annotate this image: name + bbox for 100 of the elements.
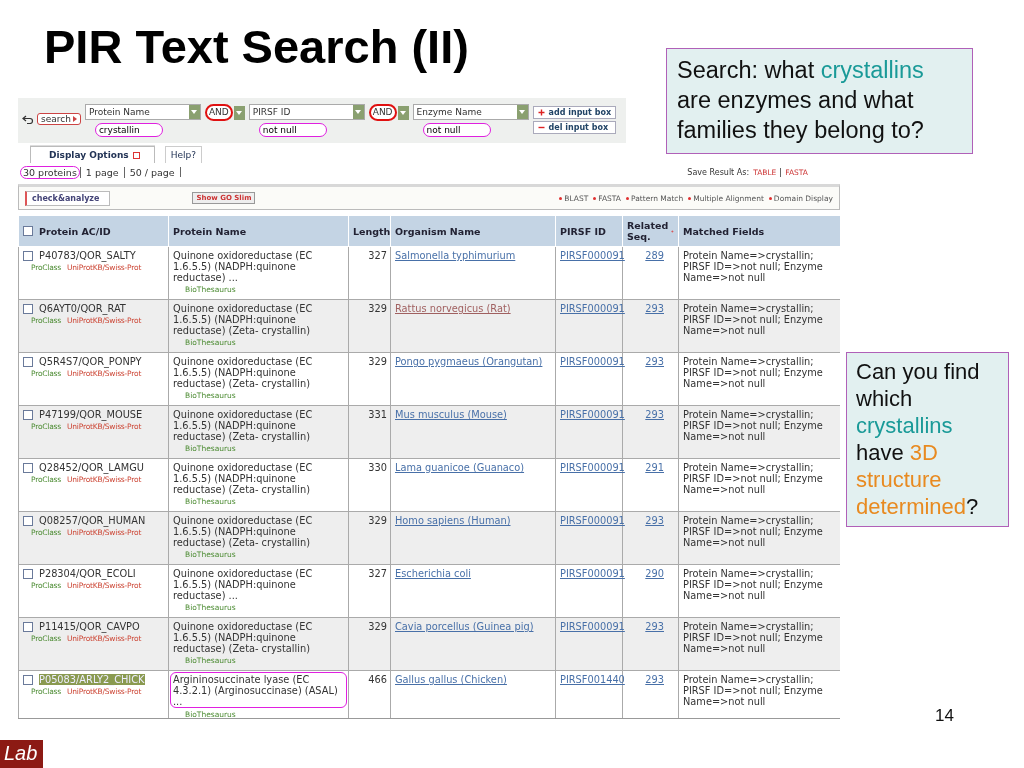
result-count: 30 proteins xyxy=(20,165,80,179)
sequence-length: 327 xyxy=(368,250,387,261)
sequence-length: 329 xyxy=(368,621,387,632)
bullet-icon xyxy=(626,196,629,200)
operator-dropdown[interactable]: AND xyxy=(204,104,233,121)
checkbox[interactable] xyxy=(23,675,33,685)
search-field[interactable]: crystallin xyxy=(94,123,163,137)
column-dropdown[interactable]: Protein Name xyxy=(84,104,201,120)
column-header: Protein Name xyxy=(173,225,247,237)
plus-icon xyxy=(537,109,545,116)
analyze-button[interactable]: check&analyze xyxy=(25,190,111,206)
search-button[interactable]: search xyxy=(37,113,81,125)
column-dropdown[interactable]: Enzyme Name xyxy=(412,104,529,120)
matched-fields: Protein Name=>crystallin; PIRSF ID=>not null; Enzyme Name=>not null xyxy=(683,674,823,707)
checkbox[interactable] xyxy=(23,622,33,632)
organism-link[interactable]: Cavia porcellus (Guinea pig) xyxy=(395,621,534,632)
pirsf-link[interactable]: PIRSF000091 xyxy=(560,409,625,420)
tab[interactable]: Display Options xyxy=(30,146,155,163)
matched-fields: Protein Name=>crystallin; PIRSF ID=>not null; Enzyme Name=>not null xyxy=(683,568,823,601)
checkbox[interactable] xyxy=(23,569,33,579)
checkbox[interactable] xyxy=(23,516,33,526)
matched-fields: Protein Name=>crystallin; PIRSF ID=>not null; Enzyme Name=>not null xyxy=(683,515,823,548)
column-header: Organism Name xyxy=(395,225,481,237)
operator-dropdown[interactable]: AND xyxy=(368,104,397,121)
pirsf-link[interactable]: PIRSF000091 xyxy=(560,515,625,526)
slide-title: PIR Text Search (II) xyxy=(44,19,469,75)
caret-icon xyxy=(233,105,245,120)
tab[interactable]: Help? xyxy=(164,146,202,163)
related-link[interactable]: 293 xyxy=(645,356,664,367)
accession-id: Q08257/QOR_HUMAN xyxy=(39,515,146,526)
callout-text: Can you find which crystallins have 3D structure determined? xyxy=(846,352,1009,527)
column-header: Protein AC/ID xyxy=(39,225,111,237)
accession-id: P05083/ARLY2_CHICK xyxy=(39,674,145,685)
related-link[interactable]: 293 xyxy=(645,674,664,685)
checkbox[interactable] xyxy=(23,410,33,420)
organism-link[interactable]: Mus musculus (Mouse) xyxy=(395,409,507,420)
add-button[interactable]: add input box xyxy=(532,106,617,119)
pirsf-link[interactable]: PIRSF000091 xyxy=(560,462,625,473)
protein-name: Quinone oxidoreductase (EC 1.6.5.5) (NADPH:quinone reductase) ... xyxy=(173,250,314,283)
search-field[interactable]: not null xyxy=(422,123,491,137)
organism-link[interactable]: Salmonella typhimurium xyxy=(395,250,516,261)
related-link[interactable]: 293 xyxy=(645,409,664,420)
accession-id: Q6AYT0/QOR_RAT xyxy=(39,303,126,314)
organism-link[interactable]: Pongo pygmaeus (Orangutan) xyxy=(395,356,543,367)
search-field[interactable]: not null xyxy=(258,123,327,137)
related-link[interactable]: 293 xyxy=(645,515,664,526)
callout-text: Search: what crystallins are enzymes and what families they belong to? xyxy=(666,48,973,154)
protein-name: Quinone oxidoreductase (EC 1.6.5.5) (NADPH:quinone reductase) (Zeta- crystallin) xyxy=(173,462,314,495)
sequence-length: 331 xyxy=(368,409,387,420)
back-arrow-icon[interactable] xyxy=(22,114,34,124)
accession-id: P28304/QOR_ECOLI xyxy=(39,568,136,579)
bullet-icon xyxy=(593,196,597,200)
checkbox[interactable] xyxy=(23,463,33,473)
related-link[interactable]: 291 xyxy=(645,462,664,473)
related-link[interactable]: 290 xyxy=(645,568,664,579)
sequence-length: 329 xyxy=(368,515,387,526)
accession-id: Q28452/QOR_LAMGU xyxy=(39,462,144,473)
organism-link[interactable]: Homo sapiens (Human) xyxy=(395,515,511,526)
remove-button[interactable]: del input box xyxy=(532,121,617,134)
sequence-length: 327 xyxy=(368,568,387,579)
pirsf-link[interactable]: PIRSF000091 xyxy=(560,568,625,579)
pirsf-link[interactable]: PIRSF000091 xyxy=(560,303,625,314)
accession-id: P47199/QOR_MOUSE xyxy=(39,409,143,420)
column-dropdown[interactable]: PIRSF ID xyxy=(248,104,365,120)
matched-fields: Protein Name=>crystallin; PIRSF ID=>not null; Enzyme Name=>not null xyxy=(683,409,823,442)
related-link[interactable]: 289 xyxy=(645,250,664,261)
pirsf-link[interactable]: PIRSF000091 xyxy=(560,356,625,367)
bullet-icon xyxy=(688,196,692,200)
organism-link[interactable]: Lama guanicoe (Guanaco) xyxy=(395,462,525,473)
sequence-length: 329 xyxy=(368,303,387,314)
pirsf-link[interactable]: PIRSF000091 xyxy=(560,250,625,261)
related-link[interactable]: 293 xyxy=(645,621,664,632)
bullet-icon xyxy=(768,196,772,200)
protein-name: Quinone oxidoreductase (EC 1.6.5.5) (NADPH:quinone reductase) (Zeta- crystallin) xyxy=(173,515,314,548)
caret-icon xyxy=(397,105,409,120)
checkbox[interactable] xyxy=(23,304,33,314)
play-icon xyxy=(72,116,77,122)
caret-icon xyxy=(352,105,364,119)
caret-icon xyxy=(516,105,528,119)
organism-link[interactable]: Escherichia coli xyxy=(395,568,471,579)
minus-icon xyxy=(537,124,545,131)
matched-fields: Protein Name=>crystallin; PIRSF ID=>not null; Enzyme Name=>not null xyxy=(683,462,823,495)
caret-icon xyxy=(188,105,200,119)
matched-fields: Protein Name=>crystallin; PIRSF ID=>not null; Enzyme Name=>not null xyxy=(683,303,823,336)
square-icon xyxy=(132,151,140,159)
checkbox[interactable] xyxy=(23,251,33,261)
footer-label: Lab xyxy=(0,740,44,768)
column-header: PIRSF ID xyxy=(560,225,606,237)
related-link[interactable]: 293 xyxy=(645,303,664,314)
matched-fields: Protein Name=>crystallin; PIRSF ID=>not null; Enzyme Name=>not null xyxy=(683,250,823,283)
organism-link[interactable]: Rattus norvegicus (Rat) xyxy=(395,303,511,314)
pirsf-link[interactable]: PIRSF000091 xyxy=(560,621,625,632)
protein-name: Quinone oxidoreductase (EC 1.6.5.5) (NADPH:quinone reductase) (Zeta- crystallin) xyxy=(173,621,314,654)
sequence-length: 330 xyxy=(368,462,387,473)
protein-name: Quinone oxidoreductase (EC 1.6.5.5) (NADPH:quinone reductase) (Zeta- crystallin) xyxy=(173,356,314,389)
checkbox[interactable] xyxy=(23,226,33,236)
sort-icon[interactable] xyxy=(671,228,674,234)
checkbox[interactable] xyxy=(23,357,33,367)
sequence-length: 466 xyxy=(368,674,387,685)
organism-link[interactable]: Gallus gallus (Chicken) xyxy=(395,674,507,685)
